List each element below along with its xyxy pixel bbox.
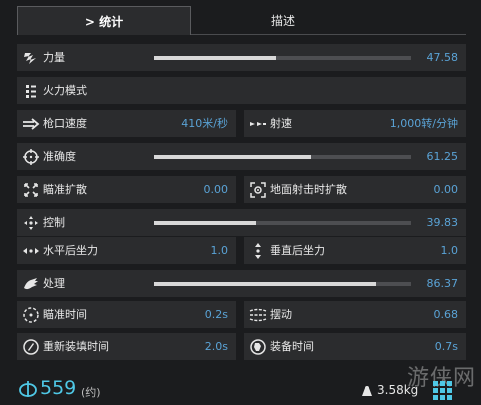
stat-row-fire-mode: 火力模式 bbox=[17, 77, 466, 104]
ground-spread-icon bbox=[248, 180, 267, 199]
stat-value: 2.0s bbox=[204, 340, 228, 353]
horizontal-recoil-icon bbox=[21, 241, 40, 260]
stat-bar-handling bbox=[154, 282, 411, 286]
control-icon bbox=[21, 213, 40, 232]
stat-label: 瞄准时间 bbox=[43, 308, 87, 321]
power-approx: (约) bbox=[81, 386, 101, 399]
stat-row-ads-time: 瞄准时间 0.2s bbox=[17, 301, 236, 328]
tab-description[interactable]: 描述 bbox=[191, 6, 375, 35]
ads-spread-icon bbox=[21, 180, 40, 199]
stat-label: 枪口速度 bbox=[43, 117, 87, 130]
tab-divider bbox=[191, 34, 466, 35]
stat-label: 力量 bbox=[43, 51, 65, 64]
equip-icon bbox=[248, 337, 267, 356]
stat-bar-impact bbox=[154, 56, 411, 60]
reload-icon bbox=[21, 337, 40, 356]
stat-value: 0.68 bbox=[433, 308, 459, 321]
tab-stats[interactable]: > 统计 bbox=[17, 6, 191, 35]
stat-value: 39.83 bbox=[426, 216, 459, 229]
stat-row-equip-time: 装备时间 0.7s bbox=[244, 333, 466, 360]
stat-label: 摆动 bbox=[270, 308, 292, 321]
stat-bar-fill bbox=[154, 282, 376, 286]
fire-mode-icon bbox=[21, 81, 40, 100]
stat-value: 0.00 bbox=[203, 183, 229, 196]
stat-value: 47.58 bbox=[426, 51, 459, 64]
stat-value: 0.2s bbox=[204, 308, 228, 321]
rate-of-fire-icon bbox=[248, 114, 267, 133]
stat-label: 射速 bbox=[270, 117, 292, 130]
handling-icon bbox=[21, 274, 40, 293]
grid-icon[interactable] bbox=[432, 380, 454, 405]
power-value: 559 bbox=[40, 377, 77, 399]
stat-row-sway: 摆动 0.68 bbox=[244, 301, 466, 328]
stat-value: 1.0 bbox=[210, 244, 229, 257]
ads-time-icon bbox=[21, 305, 40, 324]
stat-label: 水平后坐力 bbox=[43, 244, 98, 257]
stat-row-ground-spread: 地面射击时扩散 0.00 bbox=[244, 176, 466, 203]
stat-row-impact: 力量 47.58 bbox=[17, 44, 466, 71]
stat-value: 86.37 bbox=[426, 277, 459, 290]
stat-value: 0.00 bbox=[433, 183, 459, 196]
stat-label: 重新装填时间 bbox=[43, 340, 109, 353]
power-icon bbox=[18, 380, 38, 401]
stat-label: 处理 bbox=[43, 277, 65, 290]
stat-row-rate-of-fire: 射速 1,000转/分钟 bbox=[244, 110, 466, 137]
stat-bar-fill bbox=[154, 155, 312, 159]
stat-value: 410米/秒 bbox=[181, 117, 228, 130]
stat-row-accuracy: 准确度 61.25 bbox=[17, 143, 466, 170]
stat-label: 瞄准扩散 bbox=[43, 183, 87, 196]
stat-label: 火力模式 bbox=[43, 84, 87, 97]
stat-bar-control bbox=[154, 221, 411, 225]
stat-value: 1,000转/分钟 bbox=[389, 117, 458, 130]
stat-row-reload-time: 重新装填时间 2.0s bbox=[17, 333, 236, 360]
sway-icon bbox=[248, 305, 267, 324]
weight-icon bbox=[360, 385, 374, 400]
crosshair-icon bbox=[21, 147, 40, 166]
stat-label: 准确度 bbox=[43, 150, 76, 163]
stat-row-control: 控制 39.83 bbox=[17, 209, 466, 236]
stat-label: 控制 bbox=[43, 216, 65, 229]
stat-label: 垂直后坐力 bbox=[270, 244, 325, 257]
stat-value: 0.7s bbox=[434, 340, 458, 353]
stat-bar-fill bbox=[154, 221, 257, 225]
vertical-recoil-icon bbox=[248, 241, 267, 260]
impact-icon bbox=[21, 48, 40, 67]
stat-bar-fill bbox=[154, 56, 277, 60]
muzzle-velocity-icon bbox=[21, 114, 40, 133]
stat-bar-accuracy bbox=[154, 155, 411, 159]
stat-row-horizontal-recoil: 水平后坐力 1.0 bbox=[17, 237, 236, 264]
stat-row-vertical-recoil: 垂直后坐力 1.0 bbox=[244, 237, 466, 264]
stat-row-muzzle-velocity: 枪口速度 410米/秒 bbox=[17, 110, 236, 137]
stat-value: 1.0 bbox=[440, 244, 459, 257]
stat-label: 装备时间 bbox=[270, 340, 314, 353]
stat-label: 地面射击时扩散 bbox=[270, 183, 347, 196]
stat-value: 61.25 bbox=[426, 150, 459, 163]
stat-row-handling: 处理 86.37 bbox=[17, 270, 466, 297]
stat-row-ads-spread: 瞄准扩散 0.00 bbox=[17, 176, 236, 203]
tab-bar: > 统计 描述 bbox=[0, 0, 481, 36]
